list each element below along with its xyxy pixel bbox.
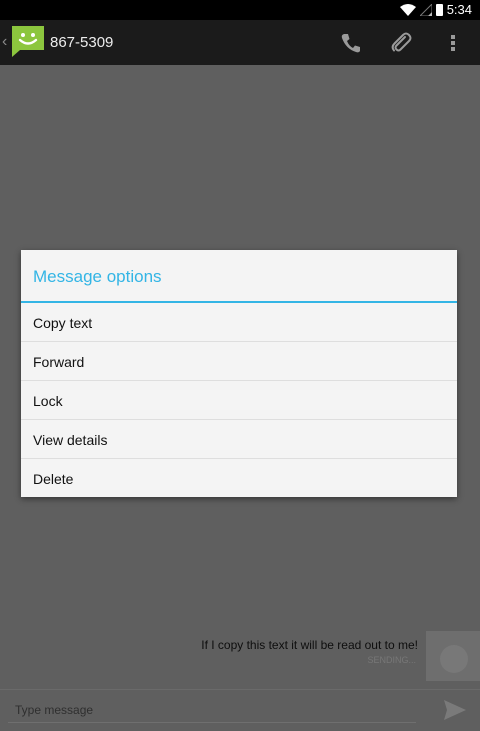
status-time: 5:34 [446, 2, 472, 17]
message-row[interactable]: If I copy this text it will be read out … [0, 631, 480, 687]
option-delete[interactable]: Delete [21, 459, 457, 498]
option-label: View details [33, 432, 108, 448]
status-bar: 5:34 [0, 0, 480, 20]
option-label: Delete [33, 471, 74, 487]
dialog-title: Message options [33, 267, 162, 286]
message-status: SENDING... [367, 655, 416, 665]
option-forward[interactable]: Forward [21, 342, 457, 381]
input-underline [8, 722, 416, 723]
composer: Type message [0, 689, 480, 731]
message-input[interactable]: Type message [0, 690, 424, 731]
contact-photo-icon [440, 645, 468, 673]
option-copy-text[interactable]: Copy text [21, 303, 457, 342]
message-text: If I copy this text it will be read out … [201, 638, 418, 652]
status-bar-right: 5:34 [399, 2, 472, 17]
overflow-menu-icon[interactable] [441, 31, 465, 55]
wifi-icon [399, 3, 416, 16]
battery-icon [435, 3, 443, 16]
conversation-title: 867-5309 [50, 34, 114, 51]
option-label: Lock [33, 393, 63, 409]
signal-icon [419, 3, 432, 16]
option-view-details[interactable]: View details [21, 420, 457, 459]
contact-avatar-icon[interactable] [10, 24, 46, 58]
option-lock[interactable]: Lock [21, 381, 457, 420]
paperclip-icon[interactable] [389, 31, 413, 55]
message-options-dialog: Message options Copy text Forward Lock V… [21, 250, 457, 497]
option-label: Copy text [33, 315, 93, 331]
action-bar: ‹ 867-5309 [0, 20, 480, 65]
sender-avatar [426, 631, 480, 681]
dialog-options-list: Copy text Forward Lock View details Dele… [21, 303, 457, 498]
phone-icon[interactable] [339, 31, 363, 55]
message-input-placeholder: Type message [15, 703, 94, 717]
option-label: Forward [33, 354, 85, 370]
back-chevron-icon[interactable]: ‹ [2, 32, 7, 52]
send-icon[interactable] [442, 698, 468, 722]
